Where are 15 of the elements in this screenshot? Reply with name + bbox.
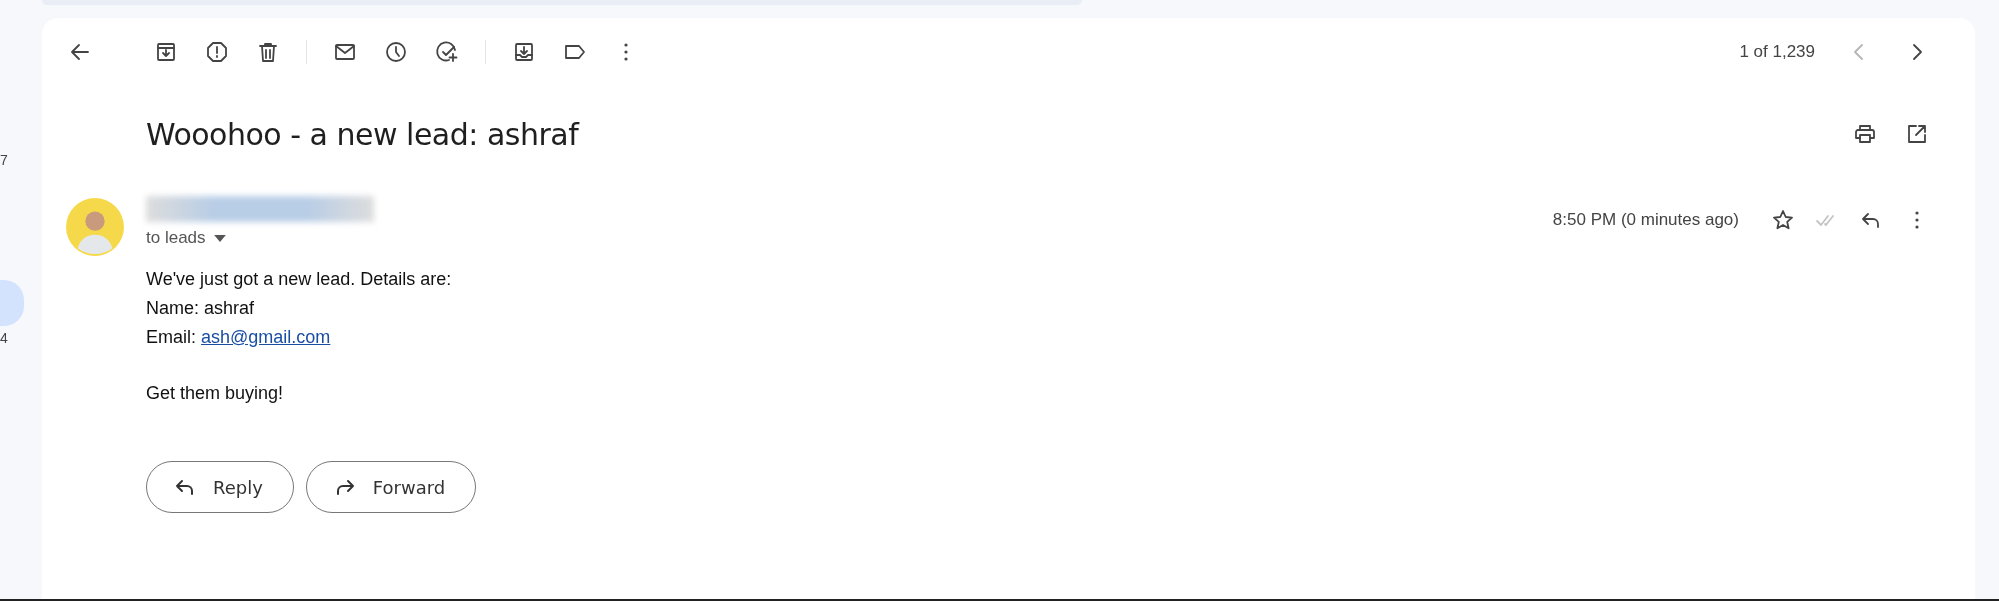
action-button[interactable]: Forward <box>305 461 477 513</box>
action-button[interactable]: Reply <box>146 461 294 513</box>
sidebar-item[interactable]: 7 <box>0 140 24 180</box>
email-link[interactable]: ash@gmail.com <box>201 323 331 352</box>
body-text: We've just got a new lead. Details are: <box>146 268 453 291</box>
avatar-icon <box>66 198 124 256</box>
email-subject: Wooohoo - a new lead: ashraf <box>146 116 579 152</box>
message-time: 8:50 PM (0 minutes ago) <box>1552 210 1739 230</box>
recipient-dropdown[interactable]: to leads <box>146 228 374 248</box>
sidebar-item[interactable]: 4 <box>0 326 24 350</box>
dropdown-arrow-icon <box>213 234 226 242</box>
message-position: 1 of 1,239 <box>1739 42 1815 62</box>
body-text: Get them buying! <box>146 382 285 405</box>
body-text: Email: <box>146 326 197 349</box>
body-text: Name: ashraf <box>146 297 256 320</box>
